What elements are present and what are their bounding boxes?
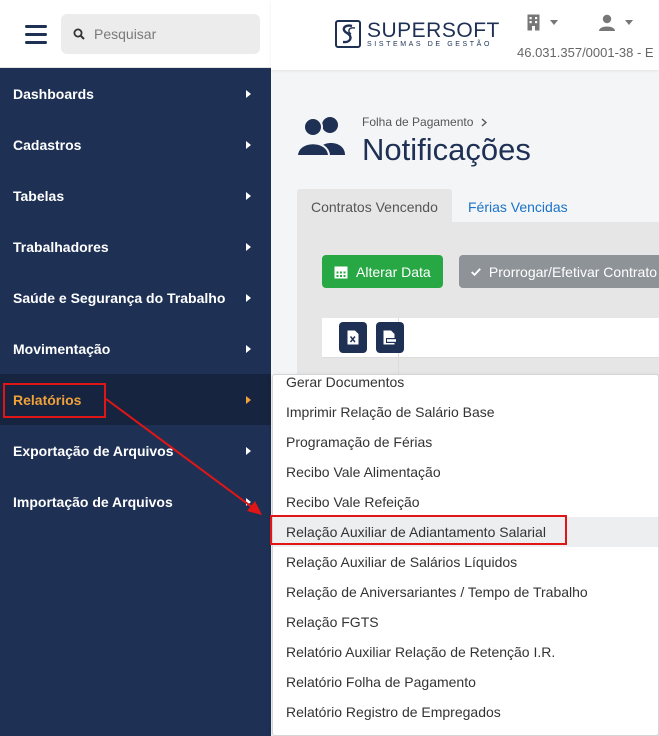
sidebar-item-label: Saúde e Segurança do Trabalho <box>13 289 226 306</box>
chevron-right-icon <box>246 242 251 251</box>
dropdown-item-recibo-vale-alimentacao[interactable]: Recibo Vale Alimentação <box>273 457 658 487</box>
chevron-down-icon <box>625 20 633 25</box>
brand-subtitle: SISTEMAS DE GESTÃO <box>367 40 492 48</box>
sidebar-item-tabelas[interactable]: Tabelas <box>0 170 271 221</box>
annotation-box-adiantamento <box>270 515 567 545</box>
chevron-right-icon <box>246 497 251 506</box>
dropdown-item-salarios-liquidos[interactable]: Relação Auxiliar de Salários Líquidos <box>273 547 658 577</box>
search-input[interactable] <box>94 26 254 42</box>
chevron-right-icon <box>246 191 251 200</box>
page-title: Notificações <box>362 132 531 167</box>
export-toolbar <box>322 318 659 558</box>
brand-name: SUPERSOFT <box>367 18 500 42</box>
company-selector[interactable] <box>527 14 558 31</box>
top-header: SUPERSOFT SISTEMAS DE GESTÃO 46.031.357/… <box>271 0 659 70</box>
user-menu[interactable] <box>599 14 633 31</box>
sidebar-item-label: Trabalhadores <box>13 238 109 255</box>
search-icon <box>73 28 85 40</box>
sidebar: Dashboards Cadastros Tabelas Trabalhador… <box>0 0 271 736</box>
dropdown-item-relacao-fgts[interactable]: Relação FGTS <box>273 607 658 637</box>
annotation-box-relatorios <box>3 383 106 418</box>
chevron-right-icon <box>246 446 251 455</box>
sidebar-item-trabalhadores[interactable]: Trabalhadores <box>0 221 271 272</box>
chevron-right-icon <box>246 89 251 98</box>
csv-file-icon <box>383 330 397 345</box>
dropdown-item-retencao-ir[interactable]: Relatório Auxiliar Relação de Retenção I… <box>273 637 658 667</box>
sidebar-item-importacao[interactable]: Importação de Arquivos <box>0 476 271 527</box>
export-csv-button[interactable] <box>376 322 404 353</box>
sidebar-item-label: Cadastros <box>13 136 82 153</box>
dropdown-item-folha-pagamento[interactable]: Relatório Folha de Pagamento <box>273 667 658 697</box>
prorrogar-efetivar-label: Prorrogar/Efetivar Contrato <box>488 263 657 280</box>
calendar-icon <box>334 266 348 278</box>
chevron-right-icon <box>246 293 251 302</box>
sidebar-item-dashboards[interactable]: Dashboards <box>0 68 271 119</box>
sidebar-item-exportacao[interactable]: Exportação de Arquivos <box>0 425 271 476</box>
chevron-right-icon <box>481 117 488 127</box>
breadcrumb-item[interactable]: Folha de Pagamento <box>362 115 473 129</box>
search-box <box>61 14 260 54</box>
sidebar-header <box>0 0 271 68</box>
brand-logo[interactable]: SUPERSOFT SISTEMAS DE GESTÃO <box>335 20 500 48</box>
relatorios-dropdown: Gerar Documentos Imprimir Relação de Sal… <box>272 374 659 736</box>
building-icon <box>527 14 540 31</box>
breadcrumb: Folha de Pagamento <box>362 115 488 129</box>
sidebar-item-label: Exportação de Arquivos <box>13 442 174 459</box>
dropdown-item-recibo-vale-refeicao[interactable]: Recibo Vale Refeição <box>273 487 658 517</box>
company-cnpj: 46.031.357/0001-38 - E <box>517 45 654 60</box>
dropdown-item-imprimir-salario-base[interactable]: Imprimir Relação de Salário Base <box>273 397 658 427</box>
users-icon <box>297 117 345 157</box>
alterar-data-label: Alterar Data <box>356 263 431 280</box>
dropdown-item-programacao-ferias[interactable]: Programação de Férias <box>273 427 658 457</box>
dropdown-item-registro-empregados[interactable]: Relatório Registro de Empregados <box>273 697 658 727</box>
check-icon <box>471 267 481 276</box>
chevron-down-icon <box>550 20 558 25</box>
dropdown-item-gerar-documentos[interactable]: Gerar Documentos <box>273 375 658 397</box>
alterar-data-button[interactable]: Alterar Data <box>322 255 443 288</box>
dropdown-item-aniversariantes[interactable]: Relação de Aniversariantes / Tempo de Tr… <box>273 577 658 607</box>
user-icon <box>599 14 615 31</box>
chevron-right-icon <box>246 395 251 404</box>
sidebar-item-cadastros[interactable]: Cadastros <box>0 119 271 170</box>
sidebar-item-label: Movimentação <box>13 340 111 357</box>
sidebar-item-label: Importação de Arquivos <box>13 493 173 510</box>
tab-ferias-vencidas[interactable]: Férias Vencidas <box>454 189 582 222</box>
chevron-right-icon <box>246 140 251 149</box>
export-xls-button[interactable] <box>339 322 367 353</box>
menu-icon[interactable] <box>25 25 47 44</box>
sidebar-item-label: Tabelas <box>13 187 65 204</box>
logo-icon <box>335 20 361 48</box>
sidebar-item-saude-seguranca[interactable]: Saúde e Segurança do Trabalho <box>0 272 271 323</box>
sidebar-menu: Dashboards Cadastros Tabelas Trabalhador… <box>0 68 271 527</box>
tab-contratos-vencendo[interactable]: Contratos Vencendo <box>297 189 452 222</box>
logo-text: SUPERSOFT SISTEMAS DE GESTÃO <box>367 18 500 48</box>
prorrogar-efetivar-button[interactable]: Prorrogar/Efetivar Contrato <box>459 255 659 288</box>
xls-file-icon <box>347 330 359 345</box>
sidebar-item-movimentacao[interactable]: Movimentação <box>0 323 271 374</box>
chevron-right-icon <box>246 344 251 353</box>
sidebar-item-label: Dashboards <box>13 85 94 102</box>
